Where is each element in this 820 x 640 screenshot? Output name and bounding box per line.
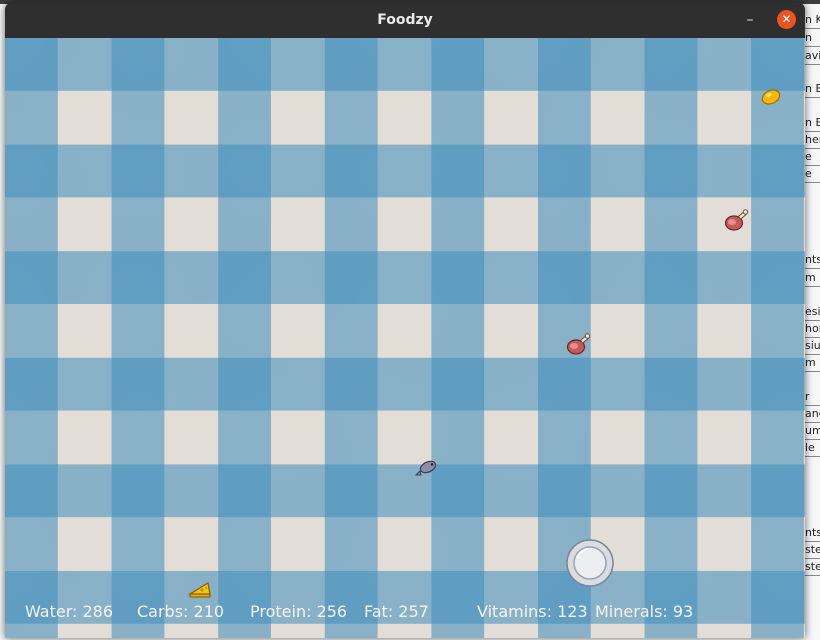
fat-stat: Fat: 257 (364, 602, 429, 621)
protein-stat: Protein: 256 (250, 602, 348, 621)
sheet-cell: ster (805, 559, 820, 576)
close-icon[interactable]: ✕ (777, 10, 796, 29)
window-title: Foodzy (377, 12, 433, 28)
sheet-cell: nts (805, 252, 820, 269)
sheet-cell: m (805, 355, 820, 372)
lemon-icon (761, 89, 781, 105)
nutrition-hud: Water: 286 Carbs: 210 Protein: 256 Fat: … (5, 598, 805, 628)
sheet-cell: avin (805, 48, 820, 65)
meat-drumstick-icon (724, 209, 749, 231)
game-canvas[interactable]: Water: 286 Carbs: 210 Protein: 256 Fat: … (5, 38, 805, 638)
minimize-icon[interactable]: – (740, 10, 760, 30)
sheet-cell: ster (805, 542, 820, 559)
sheet-cell: esiu (805, 304, 820, 321)
sheet-cell: ane (805, 406, 820, 423)
sheet-cell: her (805, 132, 820, 149)
title-bar[interactable]: Foodzy – ✕ (5, 2, 805, 38)
sheet-cell: um (805, 423, 820, 440)
minerals-stat: Minerals: 93 (595, 602, 694, 621)
vitamins-stat: Vitamins: 123 (477, 602, 588, 621)
plate-icon[interactable] (565, 538, 615, 588)
sheet-cell: n B (805, 115, 820, 132)
meat-drumstick-icon (566, 333, 591, 355)
sheet-cell: e (805, 166, 820, 183)
fish-icon (415, 460, 437, 476)
sheet-cell: nts (805, 525, 820, 542)
carbs-stat: Carbs: 210 (137, 602, 225, 621)
cheese-icon (188, 582, 211, 598)
sheet-cell: le (805, 440, 820, 457)
sheet-cell: siu (805, 338, 820, 355)
sheet-cell: hor (805, 321, 820, 338)
sheet-cell: n K (805, 12, 820, 29)
sheet-cell: m (805, 270, 820, 287)
sheet-cell: n (805, 30, 820, 47)
sheet-cell: r (805, 389, 820, 406)
game-window: Foodzy – ✕ Water: 286 Carbs: 210 Protein… (5, 2, 805, 638)
sheet-cell: e (805, 149, 820, 166)
water-stat: Water: 286 (25, 602, 114, 621)
sheet-cell: n B (805, 81, 820, 98)
